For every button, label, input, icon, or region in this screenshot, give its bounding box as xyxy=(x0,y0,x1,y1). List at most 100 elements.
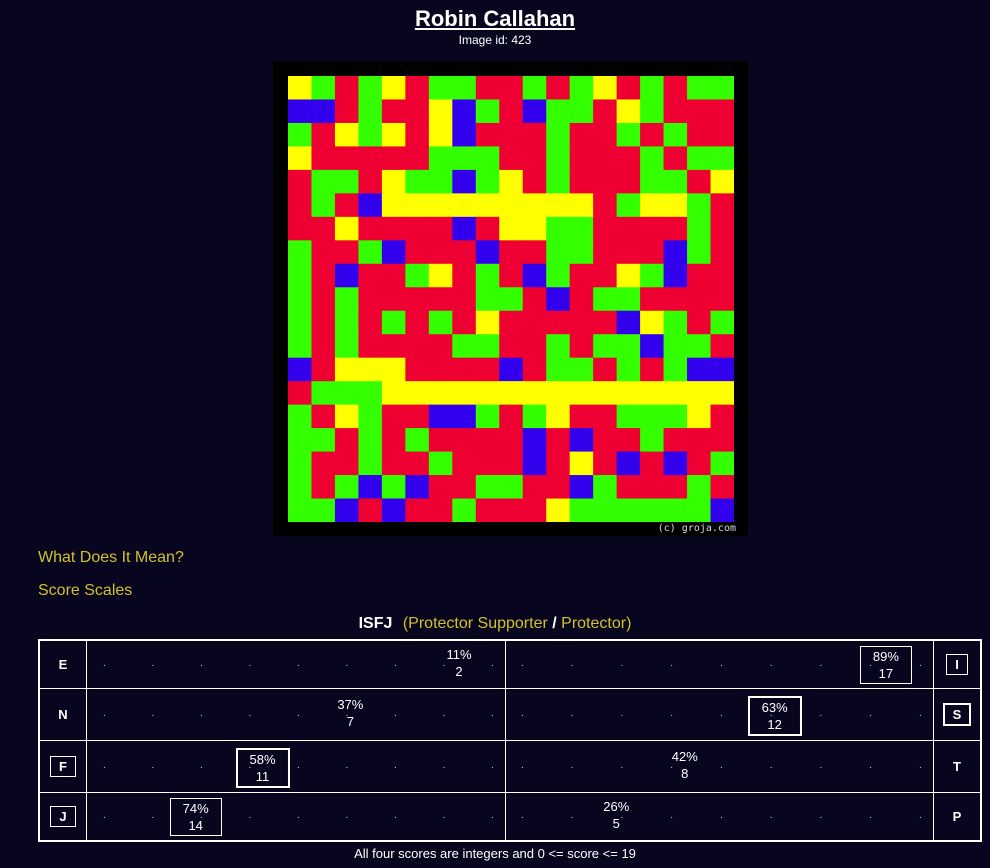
mosaic-cell xyxy=(710,404,734,429)
mosaic-cell xyxy=(428,169,453,194)
mosaic-cell xyxy=(710,428,734,453)
score-scales-link[interactable]: Score Scales xyxy=(38,582,132,600)
mosaic-cell xyxy=(663,357,688,382)
mosaic-cell xyxy=(663,381,688,406)
type-name-protector-link[interactable]: Protector xyxy=(561,615,626,632)
mosaic-cell xyxy=(569,334,594,359)
mosaic-cell xyxy=(522,146,547,171)
mosaic-cell xyxy=(405,451,430,476)
scale-dot: . xyxy=(919,760,922,771)
type-name-supporter-link[interactable]: Protector Supporter xyxy=(408,615,548,632)
mosaic-cell xyxy=(640,428,665,453)
mosaic-cell xyxy=(640,451,665,476)
mosaic-cell xyxy=(663,99,688,124)
mosaic-cell xyxy=(288,428,313,453)
mosaic-cell xyxy=(334,404,360,429)
mosaic-cell xyxy=(475,310,500,335)
scale-dot: . xyxy=(570,658,574,669)
mosaic-cell xyxy=(475,216,500,241)
mosaic-cell xyxy=(546,99,571,124)
mosaic-cell xyxy=(288,193,313,218)
mosaic-cell xyxy=(452,451,477,476)
scale-dot: . xyxy=(570,708,574,719)
mosaic-cell xyxy=(358,310,383,335)
mosaic-cell xyxy=(428,76,453,101)
mosaic-cell xyxy=(405,263,430,288)
mosaic-cell xyxy=(593,169,618,194)
personality-type-line: ISFJ (Protector Supporter / Protector) xyxy=(0,615,990,633)
mosaic-cell xyxy=(616,193,641,218)
mosaic-cell xyxy=(334,76,360,101)
scale-dot: . xyxy=(869,708,873,719)
scale-left-value: 11 xyxy=(255,769,270,784)
mosaic-cell xyxy=(546,76,571,101)
mosaic-cell xyxy=(475,169,500,194)
mosaic-cell xyxy=(616,310,641,335)
mosaic-cell xyxy=(522,310,547,335)
mosaic-cell xyxy=(311,451,336,476)
mosaic-cell xyxy=(334,146,360,171)
scale-left-letter-cell: J xyxy=(40,793,87,840)
scale-dot: . xyxy=(819,760,823,771)
mosaic-cell xyxy=(311,146,336,171)
scale-dot: . xyxy=(345,658,349,669)
mosaic-cell xyxy=(546,169,571,194)
scale-dot: . xyxy=(919,809,922,821)
mosaic-cell xyxy=(616,404,641,429)
scale-dot: . xyxy=(442,760,446,771)
mosaic-cell xyxy=(311,122,336,148)
mosaic-cell xyxy=(475,193,500,218)
scale-dot: . xyxy=(521,708,524,719)
mosaic-cell xyxy=(499,169,524,194)
scale-dot: . xyxy=(103,708,106,719)
mosaic-cell xyxy=(381,334,406,359)
mosaic-cell xyxy=(428,263,453,288)
mosaic-cell xyxy=(522,334,547,359)
mosaic-cell xyxy=(710,169,734,194)
mosaic-cell xyxy=(687,122,712,148)
mosaic-cell xyxy=(475,122,500,148)
scale-dot: . xyxy=(769,760,773,771)
scale-dot: . xyxy=(491,658,494,669)
mosaic-cell xyxy=(663,263,688,288)
mosaic-cell xyxy=(334,263,360,288)
what-does-it-mean-link[interactable]: What Does It Mean? xyxy=(38,549,184,567)
scale-dot: . xyxy=(620,760,624,771)
mosaic-cell xyxy=(288,99,313,124)
mosaic-cell xyxy=(311,310,336,335)
mosaic-cell xyxy=(381,169,406,194)
mosaic-cell xyxy=(428,381,453,406)
scale-left-letter: N xyxy=(58,707,68,722)
mosaic-cell xyxy=(475,146,500,171)
mosaic-cell xyxy=(334,287,360,312)
scale-left-letter-cell: F xyxy=(40,741,87,792)
mosaic-cell xyxy=(428,451,453,476)
scale-row-jp: J P.................. 74% 14 26% 5 xyxy=(40,793,980,840)
person-name: Robin Callahan xyxy=(414,6,576,31)
mosaic-cell xyxy=(311,334,336,359)
mosaic-cell xyxy=(710,76,734,101)
scale-dot: . xyxy=(345,809,349,821)
mosaic-cell xyxy=(405,99,430,124)
scale-right-letter: S xyxy=(942,703,972,726)
scale-dot: . xyxy=(670,658,674,669)
mosaic-cell xyxy=(358,216,383,241)
mosaic-cell xyxy=(593,475,618,500)
color-mosaic xyxy=(288,76,734,522)
mosaic-cell xyxy=(452,193,477,218)
mosaic-cell xyxy=(452,310,477,335)
scale-left-percent: 11% xyxy=(446,647,472,662)
mosaic-cell xyxy=(710,287,734,312)
mosaic-cell xyxy=(640,310,665,335)
mosaic-cell xyxy=(288,451,313,476)
mosaic-cell xyxy=(593,404,618,429)
mosaic-cell xyxy=(381,357,406,382)
mosaic-cell xyxy=(288,76,313,101)
mosaic-cell xyxy=(358,475,383,500)
scale-dot: . xyxy=(248,708,252,719)
mosaic-cell xyxy=(616,240,641,265)
mosaic-cell xyxy=(710,240,734,265)
mosaic-cell xyxy=(593,263,618,288)
mosaic-cell xyxy=(334,334,360,359)
mosaic-cell xyxy=(687,310,712,335)
